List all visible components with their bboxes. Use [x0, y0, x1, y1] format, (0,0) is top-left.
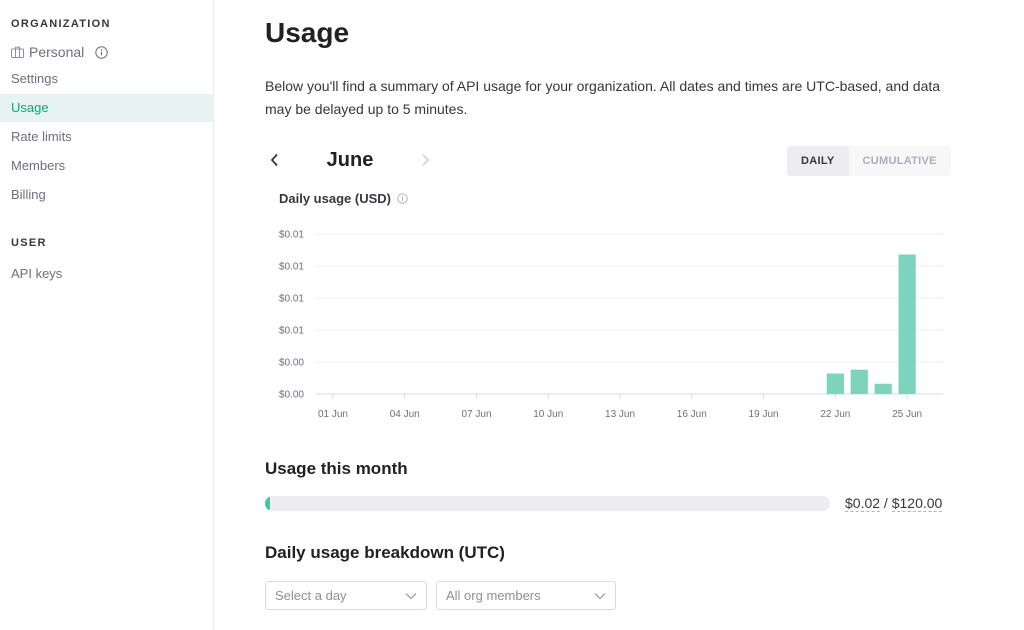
y-tick-label: $0.01: [279, 294, 304, 305]
sidebar-item-billing[interactable]: Billing: [0, 181, 213, 209]
usage-month-title: Usage this month: [265, 459, 408, 478]
x-tick-label: 13 Jun: [605, 409, 635, 420]
info-icon[interactable]: [95, 45, 108, 59]
next-month-button[interactable]: [415, 145, 435, 175]
briefcase-icon: [11, 46, 24, 58]
previous-month-button[interactable]: [265, 145, 285, 175]
sidebar-item-settings[interactable]: Settings: [0, 65, 213, 93]
view-toggle: DAILY CUMULATIVE: [787, 146, 951, 176]
sidebar-item-rate-limits[interactable]: Rate limits: [0, 123, 213, 151]
x-tick-label: 25 Jun: [892, 409, 922, 420]
bar-22-jun: [826, 373, 844, 394]
usage-separator: /: [880, 495, 892, 511]
org-section-heading: ORGANIZATION: [11, 18, 111, 30]
x-tick-label: 04 Jun: [390, 409, 420, 420]
cumulative-toggle-button[interactable]: CUMULATIVE: [849, 146, 951, 176]
page-title: Usage: [265, 17, 350, 48]
sidebar-item-members[interactable]: Members: [0, 152, 213, 180]
month-navigator: June: [265, 145, 435, 175]
sidebar: ORGANIZATION Personal Settings Usage Rat…: [0, 0, 214, 630]
x-tick-label: 10 Jun: [533, 409, 563, 420]
x-axis: 01 Jun 04 Jun 07 Jun 10 Jun 13 Jun 16 Jun 19 J…: [318, 394, 922, 420]
member-select[interactable]: All org members: [436, 581, 616, 610]
y-tick-label: $0.00: [279, 358, 304, 369]
chevron-right-icon: [420, 153, 430, 167]
day-select-placeholder: Select a day: [275, 588, 347, 603]
grid-lines: [316, 233, 943, 395]
y-axis-ticks: $0.00 $0.00 $0.01 $0.01 $0.01 $0.01: [279, 230, 304, 401]
chevron-left-icon: [270, 153, 280, 167]
usage-progress-bar: [265, 496, 830, 511]
intro-text: Below you'll find a summary of API usage…: [265, 78, 941, 117]
x-tick-label: 07 Jun: [461, 409, 491, 420]
chart-title-text: Daily usage (USD): [279, 191, 391, 206]
chevron-down-icon: [405, 592, 417, 600]
org-selector[interactable]: Personal: [0, 38, 213, 66]
sidebar-item-api-keys[interactable]: API keys: [0, 260, 213, 288]
bar-25-jun: [898, 254, 916, 394]
usage-progress-fill: [265, 496, 270, 511]
chevron-down-icon: [594, 592, 606, 600]
month-label: June: [326, 148, 374, 171]
bar-24-jun: [874, 383, 892, 394]
y-tick-label: $0.01: [279, 326, 304, 337]
daily-usage-chart: $0.00 $0.00 $0.01 $0.01 $0.01 $0.01 01 Jun 04 …: [279, 230, 943, 420]
x-tick-label: 19 Jun: [749, 409, 779, 420]
day-select[interactable]: Select a day: [265, 581, 427, 610]
usage-used-amount[interactable]: $0.02: [845, 495, 881, 512]
x-tick-label: 01 Jun: [318, 409, 348, 420]
usage-limit-amount[interactable]: $120.00: [891, 495, 943, 512]
member-select-value: All org members: [446, 588, 541, 603]
y-tick-label: $0.01: [279, 262, 304, 273]
daily-toggle-button[interactable]: DAILY: [787, 146, 849, 176]
y-tick-label: $0.00: [279, 390, 304, 401]
info-icon[interactable]: [397, 193, 408, 204]
breakdown-title: Daily usage breakdown (UTC): [265, 543, 505, 562]
bars: [826, 254, 916, 394]
user-section-heading: USER: [11, 237, 47, 249]
bar-23-jun: [850, 369, 868, 394]
x-tick-label: 16 Jun: [677, 409, 707, 420]
sidebar-item-usage[interactable]: Usage: [0, 94, 213, 122]
org-name: Personal: [29, 44, 85, 60]
x-tick-label: 22 Jun: [820, 409, 850, 420]
y-tick-label: $0.01: [279, 230, 304, 241]
chart-title: Daily usage (USD): [279, 191, 408, 206]
usage-amount-label: $0.02 / $120.00: [845, 495, 943, 512]
